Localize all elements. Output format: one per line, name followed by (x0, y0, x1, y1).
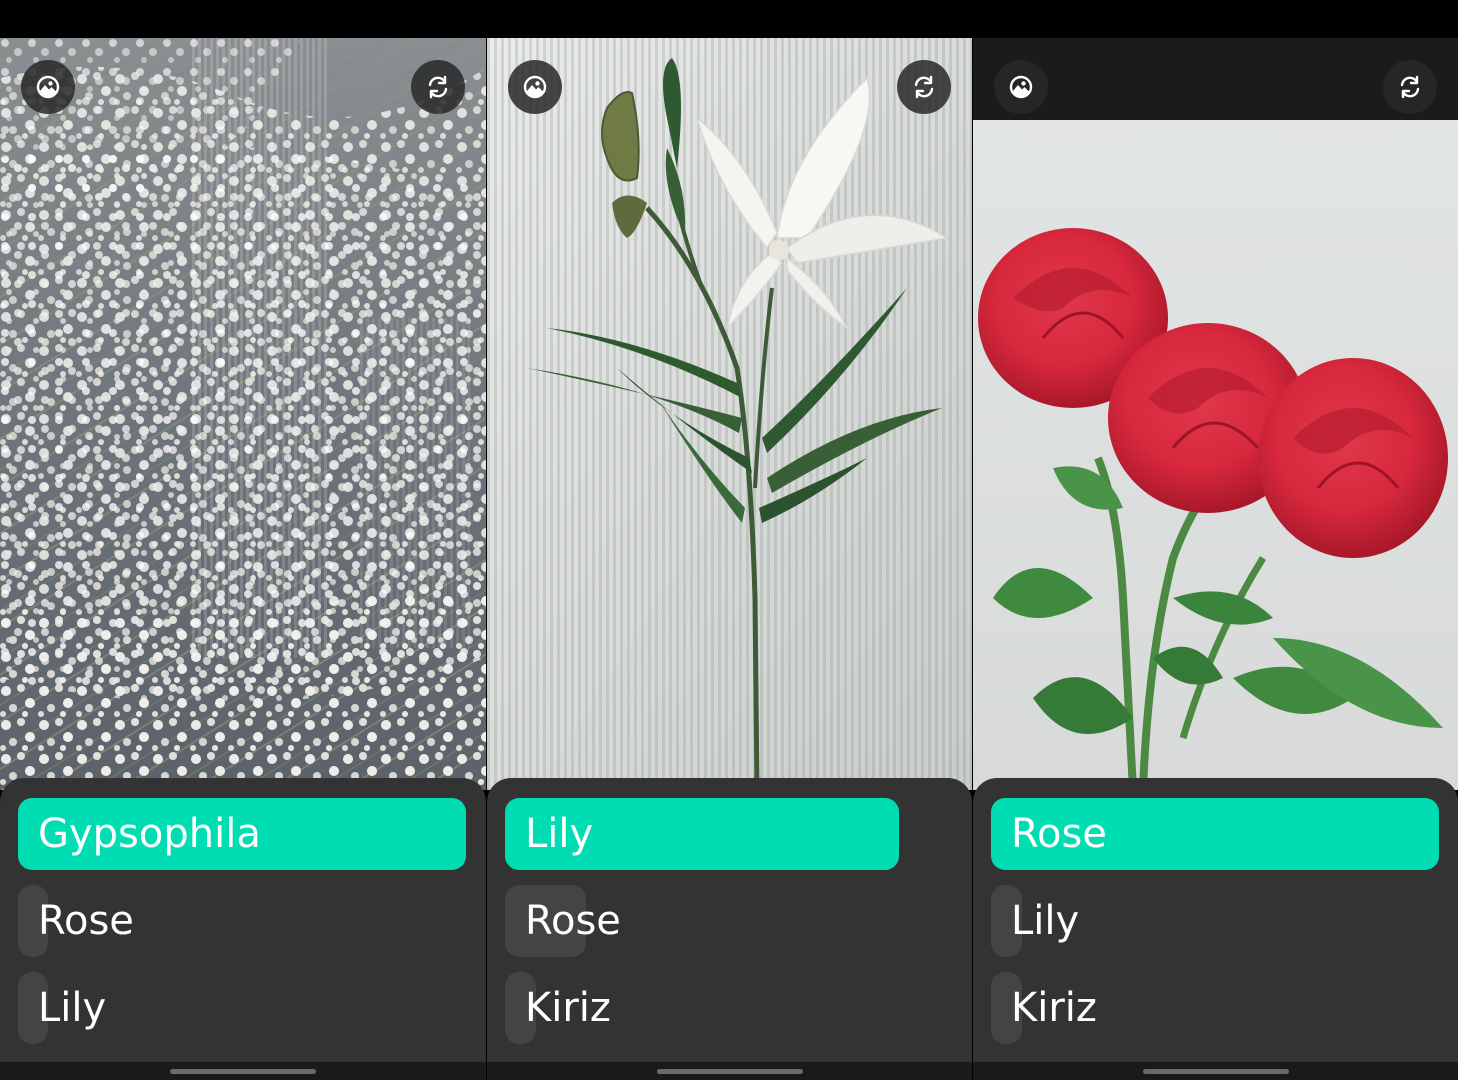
phone-screen-gypsophila: Gypsophila Rose Lily (0, 0, 486, 1080)
navigation-bar (0, 1062, 486, 1080)
screens-container: Gypsophila Rose Lily Lily Rose Kiriz Ros… (0, 0, 1458, 1080)
phone-screen-lily: Lily Rose Kiriz (487, 0, 972, 1080)
home-indicator[interactable] (656, 1069, 803, 1074)
switch-camera-icon (428, 75, 448, 99)
navigation-bar (487, 1062, 972, 1080)
switch-camera-icon (1400, 75, 1420, 99)
status-bar (0, 0, 486, 38)
result-label: Kiriz (525, 985, 611, 1031)
camera-preview (973, 38, 1458, 790)
switch-camera-icon (914, 75, 934, 99)
gallery-icon (36, 75, 60, 99)
result-label: Rose (38, 898, 134, 944)
results-panel: Gypsophila Rose Lily (0, 778, 486, 1080)
result-label: Lily (525, 811, 594, 857)
result-label: Gypsophila (38, 811, 261, 857)
gallery-button[interactable] (21, 60, 75, 114)
result-label: Lily (1011, 898, 1080, 944)
lily-photo (487, 38, 972, 790)
camera-preview (487, 38, 972, 790)
rose-photo (973, 38, 1458, 790)
phone-screen-rose: Rose Lily Kiriz (973, 0, 1458, 1080)
result-row[interactable]: Lily (18, 972, 466, 1044)
result-label: Kiriz (1011, 985, 1097, 1031)
gallery-button[interactable] (994, 60, 1048, 114)
status-bar (487, 0, 972, 38)
top-result-row[interactable]: Rose (991, 798, 1439, 870)
result-row[interactable]: Lily (991, 885, 1439, 957)
home-indicator[interactable] (1142, 1069, 1289, 1074)
gallery-icon (523, 75, 547, 99)
result-row[interactable]: Rose (18, 885, 466, 957)
result-row[interactable]: Rose (505, 885, 953, 957)
switch-camera-button[interactable] (1383, 60, 1437, 114)
gallery-icon (1009, 75, 1033, 99)
gypsophila-photo (0, 38, 486, 790)
results-panel: Lily Rose Kiriz (487, 778, 972, 1080)
result-row[interactable]: Kiriz (505, 972, 953, 1044)
switch-camera-button[interactable] (897, 60, 951, 114)
results-panel: Rose Lily Kiriz (973, 778, 1458, 1080)
gallery-button[interactable] (508, 60, 562, 114)
status-bar (973, 0, 1458, 38)
switch-camera-button[interactable] (411, 60, 465, 114)
top-result-row[interactable]: Lily (505, 798, 899, 870)
result-label: Rose (1011, 811, 1107, 857)
home-indicator[interactable] (170, 1069, 316, 1074)
result-row[interactable]: Kiriz (991, 972, 1439, 1044)
camera-preview (0, 38, 486, 790)
result-label: Lily (38, 985, 107, 1031)
top-result-row[interactable]: Gypsophila (18, 798, 466, 870)
result-label: Rose (525, 898, 621, 944)
navigation-bar (973, 1062, 1458, 1080)
